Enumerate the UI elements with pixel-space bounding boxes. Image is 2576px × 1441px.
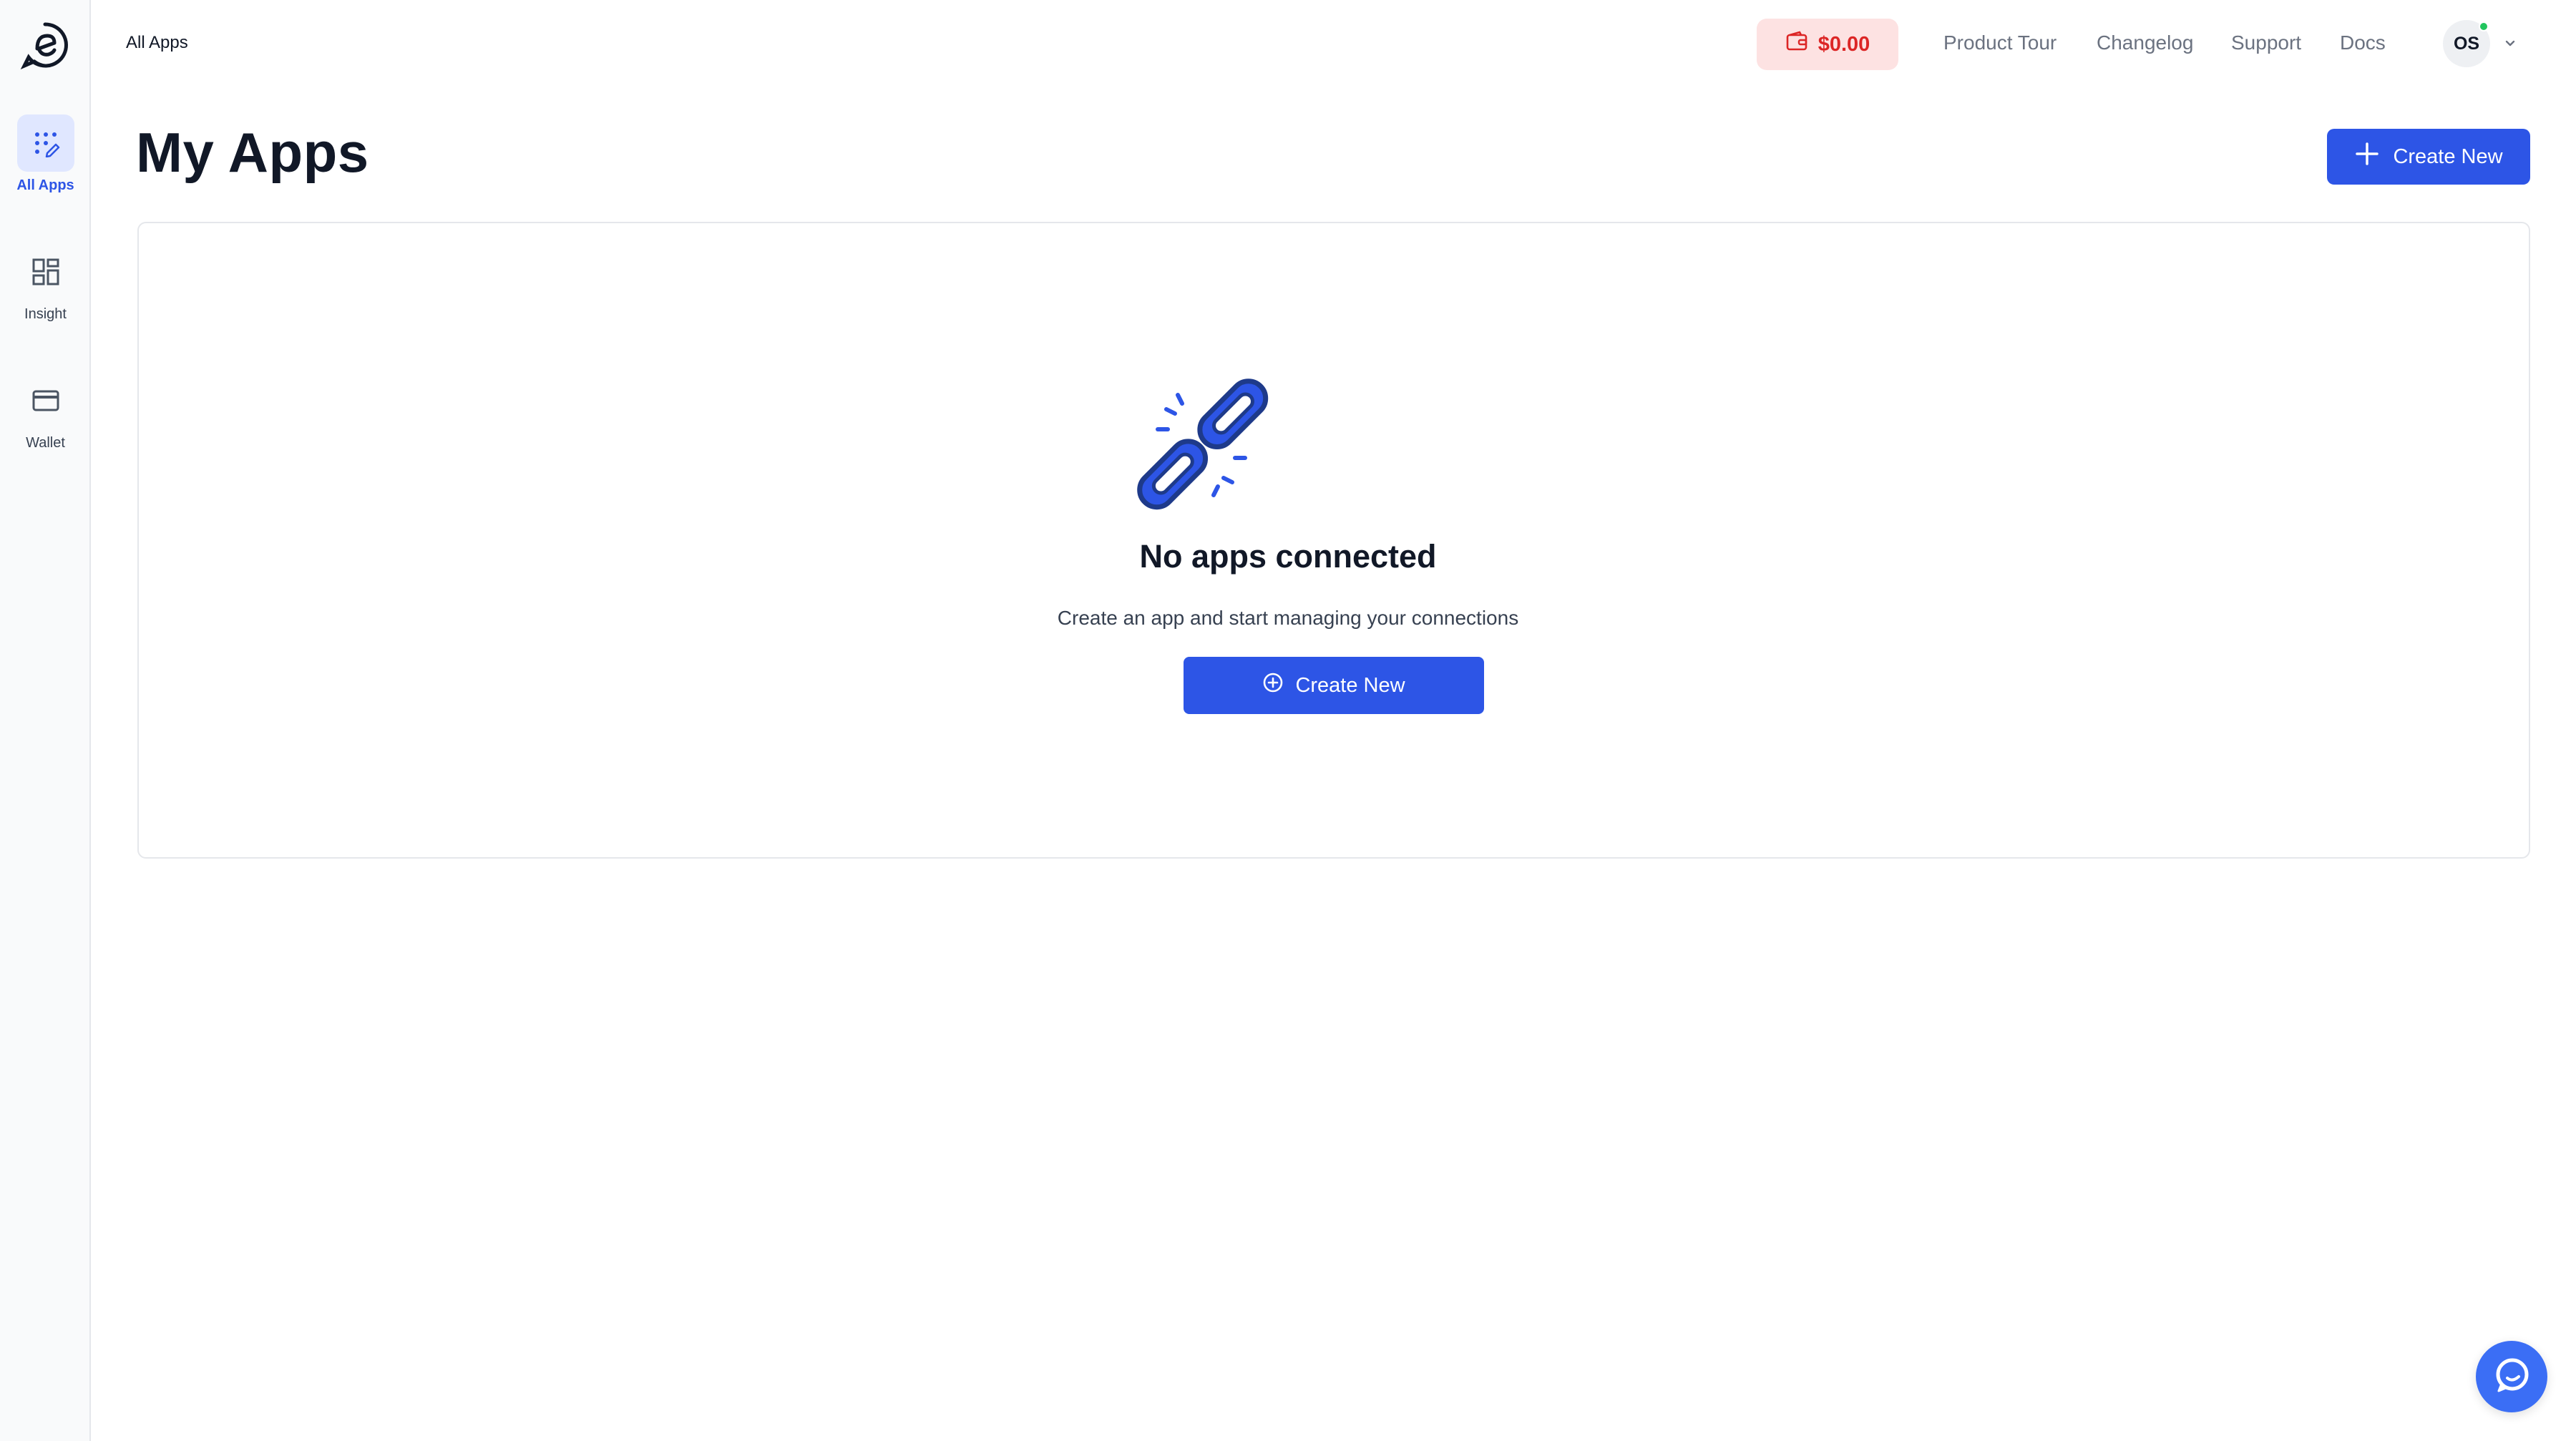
create-new-empty-button[interactable]: Create New [1184,657,1484,714]
sidebar-item-label: Insight [24,306,67,322]
chevron-down-icon[interactable] [2503,36,2517,50]
plus-circle-icon [1262,672,1284,699]
create-new-button[interactable]: Create New [2327,129,2530,185]
dashboard-icon [17,243,74,301]
broken-link-icon [1116,358,1288,529]
credit-card-icon [17,372,74,429]
sidebar-item-insight[interactable]: Insight [0,243,91,323]
sidebar-item-all-apps[interactable]: All Apps [0,114,91,194]
create-new-label: Create New [1295,673,1405,697]
wallet-icon [1785,30,1808,59]
support-link[interactable]: Support [2231,31,2301,54]
wallet-balance: $0.00 [1818,32,1870,56]
chat-bubble-icon [2492,1355,2532,1399]
product-tour-link[interactable]: Product Tour [1943,31,2057,54]
chat-support-button[interactable] [2476,1341,2547,1412]
sidebar-item-wallet[interactable]: Wallet [0,372,91,451]
plus-icon [2354,141,2380,172]
online-status-dot [2479,21,2489,31]
sidebar-item-label: Wallet [26,435,65,451]
wallet-balance-button[interactable]: $0.00 [1757,19,1898,70]
docs-link[interactable]: Docs [2340,31,2386,54]
app-logo-icon[interactable] [20,20,70,70]
changelog-link[interactable]: Changelog [2097,31,2193,54]
sidebar: All Apps Insight Wallet [0,0,91,1441]
sidebar-item-label: All Apps [16,177,74,193]
empty-state-subtitle: Create an app and start managing your co… [1057,607,1519,629]
breadcrumb: All Apps [126,33,188,52]
create-new-label: Create New [2393,145,2503,168]
empty-state-title: No apps connected [1139,538,1437,575]
apps-grid-icon [16,114,74,172]
page-title: My Apps [136,121,369,184]
